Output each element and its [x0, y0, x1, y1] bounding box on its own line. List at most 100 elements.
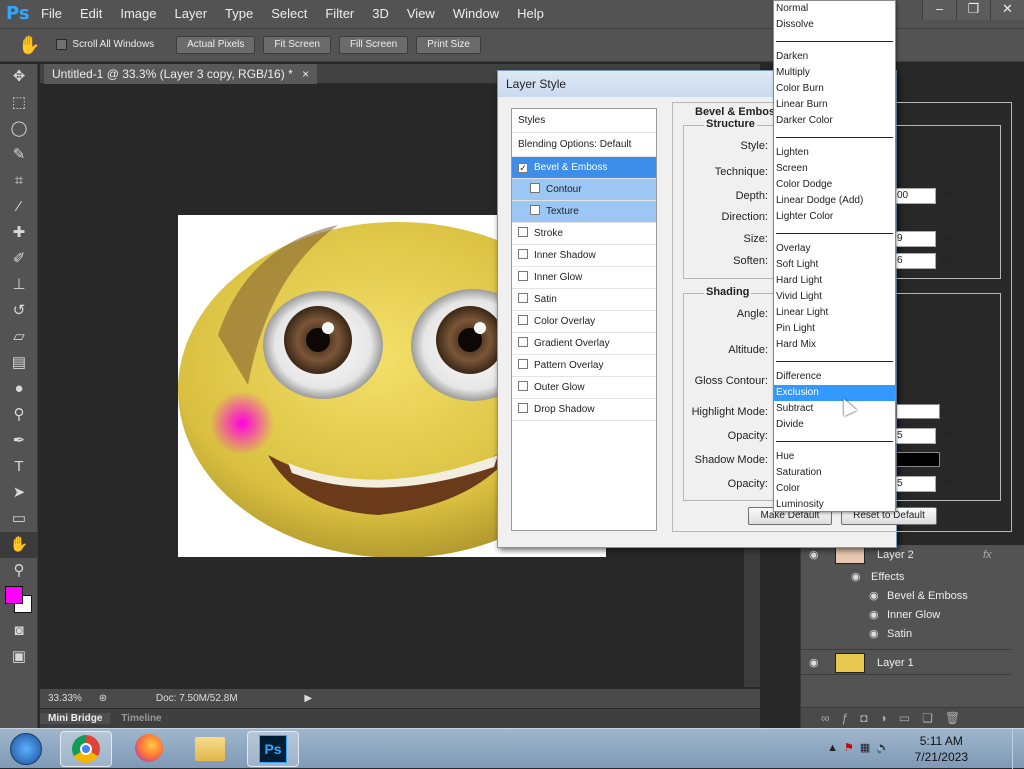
eye-icon[interactable]: ◉	[869, 605, 879, 625]
eye-icon[interactable]: ◉	[869, 586, 879, 606]
minimize-button[interactable]: –	[922, 0, 956, 20]
style-item-inner-glow[interactable]: Inner Glow	[512, 267, 656, 289]
checkbox-icon[interactable]	[518, 227, 528, 237]
checkbox-icon[interactable]	[518, 315, 528, 325]
style-item-satin[interactable]: Satin	[512, 289, 656, 311]
show-desktop-button[interactable]	[1012, 729, 1024, 769]
blend-option-multiply[interactable]: Multiply	[774, 65, 895, 81]
menu-select[interactable]: Select	[262, 0, 316, 28]
menu-type[interactable]: Type	[216, 0, 262, 28]
blur-tool-icon[interactable]: ●	[0, 376, 38, 402]
eye-icon[interactable]: ◉	[869, 624, 879, 644]
volume-icon[interactable]: 🔈	[876, 742, 896, 754]
blend-option-hue[interactable]: Hue	[774, 449, 895, 465]
tab-mini-bridge[interactable]: Mini Bridge	[40, 713, 111, 724]
size-input[interactable]: 9	[894, 231, 936, 247]
zoom-tool-icon[interactable]: ⚲	[0, 558, 38, 584]
blend-option-saturation[interactable]: Saturation	[774, 465, 895, 481]
new-group-icon[interactable]: ▭	[899, 711, 922, 725]
blend-option-linear-light[interactable]: Linear Light	[774, 305, 895, 321]
blend-option-lighten[interactable]: Lighten	[774, 145, 895, 161]
checkbox-checked-icon[interactable]: ✓	[518, 163, 528, 173]
blend-option-dissolve[interactable]: Dissolve	[774, 17, 895, 33]
hand-tool-icon[interactable]: ✋	[0, 532, 38, 558]
quick-select-tool-icon[interactable]: ✎	[0, 142, 38, 168]
styles-header[interactable]: Styles	[512, 109, 656, 133]
crop-tool-icon[interactable]: ⌗	[0, 168, 38, 194]
dodge-tool-icon[interactable]: ⚲	[0, 402, 38, 428]
share-icon[interactable]: ⊛	[99, 693, 107, 704]
move-tool-icon[interactable]: ✥	[0, 64, 38, 90]
healing-brush-tool-icon[interactable]: ✚	[0, 220, 38, 246]
blend-option-luminosity[interactable]: Luminosity	[774, 497, 895, 513]
layer-name[interactable]: Layer 2	[877, 545, 914, 565]
tab-timeline[interactable]: Timeline	[113, 713, 169, 724]
blend-option-pin-light[interactable]: Pin Light	[774, 321, 895, 337]
layer-row-layer-2[interactable]: ◉ Layer 2 fx	[801, 545, 1011, 565]
chrome-taskbar-icon[interactable]	[60, 731, 112, 767]
menu-window[interactable]: Window	[444, 0, 508, 28]
style-item-color-overlay[interactable]: Color Overlay	[512, 311, 656, 333]
eye-icon[interactable]: ◉	[809, 545, 819, 565]
blend-option-color-dodge[interactable]: Color Dodge	[774, 177, 895, 193]
gradient-tool-icon[interactable]: ▤	[0, 350, 38, 376]
add-mask-icon[interactable]: ◘	[860, 711, 879, 725]
fill-screen-button[interactable]: Fill Screen	[338, 36, 409, 54]
type-tool-icon[interactable]: T	[0, 454, 38, 480]
document-tab[interactable]: Untitled-1 @ 33.3% (Layer 3 copy, RGB/16…	[44, 64, 318, 84]
blend-option-color-burn[interactable]: Color Burn	[774, 81, 895, 97]
checkbox-icon[interactable]	[518, 293, 528, 303]
history-brush-tool-icon[interactable]: ↺	[0, 298, 38, 324]
style-item-gradient-overlay[interactable]: Gradient Overlay	[512, 333, 656, 355]
quick-mask-icon[interactable]: ◙	[0, 618, 38, 644]
menu-image[interactable]: Image	[111, 0, 165, 28]
checkbox-icon[interactable]	[518, 271, 528, 281]
style-item-stroke[interactable]: Stroke	[512, 223, 656, 245]
blend-option-subtract[interactable]: Subtract	[774, 401, 895, 417]
photoshop-taskbar-icon[interactable]: Ps	[247, 731, 299, 767]
style-item-inner-shadow[interactable]: Inner Shadow	[512, 245, 656, 267]
close-button[interactable]: ✕	[990, 0, 1024, 20]
add-style-icon[interactable]: ƒ	[842, 711, 861, 725]
style-item-pattern-overlay[interactable]: Pattern Overlay	[512, 355, 656, 377]
checkbox-icon[interactable]	[530, 183, 540, 193]
path-selection-tool-icon[interactable]: ➤	[0, 480, 38, 506]
new-layer-icon[interactable]: ❏	[922, 711, 945, 725]
start-button-icon[interactable]	[4, 731, 48, 767]
checkbox-icon[interactable]	[518, 249, 528, 259]
eye-icon[interactable]: ◉	[851, 567, 861, 587]
effect-row-inner-glow[interactable]: ◉ Inner Glow	[801, 605, 1011, 625]
blend-option-soft-light[interactable]: Soft Light	[774, 257, 895, 273]
layer-name[interactable]: Layer 1	[877, 650, 914, 676]
blend-option-difference[interactable]: Difference	[774, 369, 895, 385]
blend-option-hard-mix[interactable]: Hard Mix	[774, 337, 895, 353]
eraser-tool-icon[interactable]: ▱	[0, 324, 38, 350]
effect-row-satin[interactable]: ◉ Satin	[801, 624, 1011, 644]
style-item-bevel-emboss[interactable]: ✓ Bevel & Emboss	[512, 157, 656, 179]
checkbox-icon[interactable]	[518, 359, 528, 369]
adjustment-layer-icon[interactable]: ◑	[880, 711, 899, 725]
clock[interactable]: 5:11 AM 7/21/2023	[915, 733, 968, 765]
blend-option-darken[interactable]: Darken	[774, 49, 895, 65]
blend-option-color[interactable]: Color	[774, 481, 895, 497]
blend-option-linear-burn[interactable]: Linear Burn	[774, 97, 895, 113]
blend-option-divide[interactable]: Divide	[774, 417, 895, 433]
brush-tool-icon[interactable]: ✐	[0, 246, 38, 272]
checkbox-icon[interactable]	[518, 381, 528, 391]
flag-icon[interactable]: ⚑	[844, 742, 860, 754]
style-item-contour[interactable]: Contour	[512, 179, 656, 201]
style-item-texture[interactable]: Texture	[512, 201, 656, 223]
blend-option-normal[interactable]: Normal	[774, 1, 895, 17]
blend-option-exclusion[interactable]: Exclusion	[774, 385, 895, 401]
link-layers-icon[interactable]: ∞	[821, 711, 842, 725]
hand-tool-icon[interactable]: ✋	[18, 35, 40, 56]
menu-file[interactable]: File	[32, 0, 71, 28]
soften-input[interactable]: 6	[894, 253, 936, 269]
lasso-tool-icon[interactable]: ◯	[0, 116, 38, 142]
clone-stamp-tool-icon[interactable]: ⊥	[0, 272, 38, 298]
shadow-color-swatch[interactable]	[896, 452, 940, 467]
menu-layer[interactable]: Layer	[166, 0, 217, 28]
blend-option-lighter-color[interactable]: Lighter Color	[774, 209, 895, 225]
restore-button[interactable]: ❐	[956, 0, 990, 20]
depth-input[interactable]: 00	[894, 188, 936, 204]
